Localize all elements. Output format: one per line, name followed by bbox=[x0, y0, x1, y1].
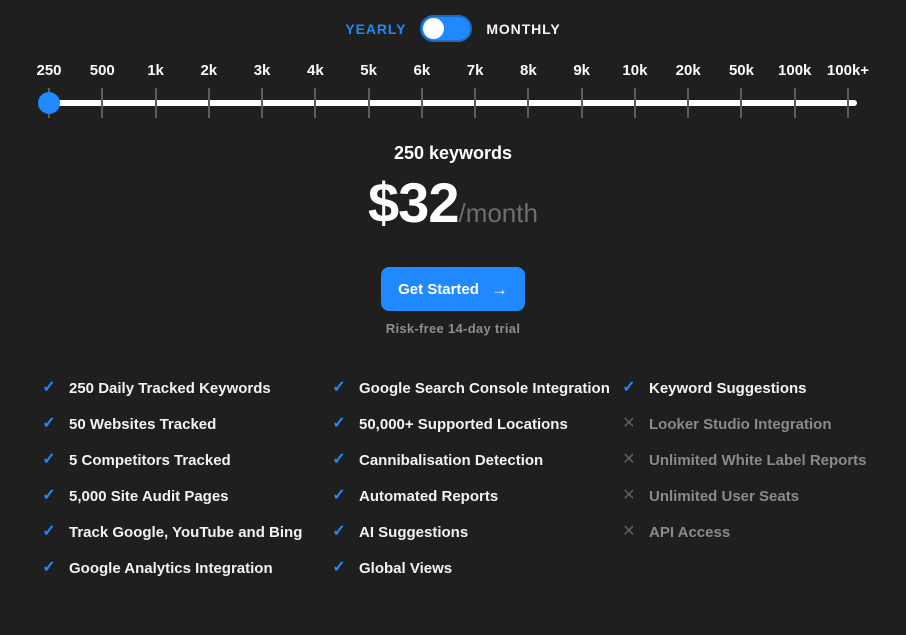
slider-stop-label: 2k bbox=[200, 62, 217, 79]
slider-tick bbox=[314, 88, 316, 118]
slider-tick bbox=[527, 88, 529, 118]
feature-label: 50,000+ Supported Locations bbox=[359, 416, 568, 433]
cross-icon: ✕ bbox=[620, 452, 638, 468]
check-icon: ✓ bbox=[40, 452, 58, 468]
price-value: $32 bbox=[368, 171, 458, 234]
slider-tick bbox=[581, 88, 583, 118]
feature-item: ✓ Google Analytics Integration bbox=[40, 550, 330, 586]
feature-item: ✓ Track Google, YouTube and Bing bbox=[40, 514, 330, 550]
check-icon: ✓ bbox=[330, 380, 348, 396]
slider-stop-label: 1k bbox=[147, 62, 164, 79]
slider-stop-label: 4k bbox=[307, 62, 324, 79]
feature-column: ✓ Google Search Console Integration ✓ 50,00… bbox=[330, 370, 620, 586]
feature-label: Track Google, YouTube and Bing bbox=[69, 524, 302, 541]
slider-stop-label: 8k bbox=[520, 62, 537, 79]
feature-item: ✓ Google Search Console Integration bbox=[330, 370, 620, 406]
feature-label: Unlimited User Seats bbox=[649, 488, 799, 505]
slider-stop-label: 7k bbox=[467, 62, 484, 79]
price-line: $32/month bbox=[0, 170, 906, 235]
feature-label: AI Suggestions bbox=[359, 524, 468, 541]
slider-stop-label: 20k bbox=[676, 62, 701, 79]
check-icon: ✓ bbox=[40, 416, 58, 432]
feature-item: ✓ AI Suggestions bbox=[330, 514, 620, 550]
get-started-button[interactable]: Get Started → bbox=[381, 267, 525, 311]
slider-tick bbox=[794, 88, 796, 118]
slider-stop-label: 100k+ bbox=[827, 62, 869, 79]
slider-tick bbox=[634, 88, 636, 118]
check-icon: ✓ bbox=[40, 488, 58, 504]
slider-stop-label: 5k bbox=[360, 62, 377, 79]
feature-item: ✕ Unlimited White Label Reports bbox=[620, 442, 896, 478]
slider-tick bbox=[261, 88, 263, 118]
feature-label: Looker Studio Integration bbox=[649, 416, 832, 433]
check-icon: ✓ bbox=[620, 380, 638, 396]
feature-item: ✓ Automated Reports bbox=[330, 478, 620, 514]
slider-handle[interactable] bbox=[38, 92, 60, 114]
slider-stop-label: 6k bbox=[414, 62, 431, 79]
price-period: /month bbox=[458, 198, 538, 228]
slider-tick bbox=[687, 88, 689, 118]
get-started-label: Get Started bbox=[398, 281, 479, 298]
feature-item: ✕ API Access bbox=[620, 514, 896, 550]
feature-label: Keyword Suggestions bbox=[649, 380, 807, 397]
slider-stop-label: 9k bbox=[573, 62, 590, 79]
selected-keywords-label: 250 keywords bbox=[0, 143, 906, 164]
slider-tick bbox=[847, 88, 849, 118]
arrow-right-icon: → bbox=[491, 281, 508, 298]
feature-item: ✓ Keyword Suggestions bbox=[620, 370, 896, 406]
slider-tick bbox=[208, 88, 210, 118]
feature-item: ✓ 50 Websites Tracked bbox=[40, 406, 330, 442]
slider-stop-label: 100k bbox=[778, 62, 811, 79]
slider-stop-label: 50k bbox=[729, 62, 754, 79]
feature-item: ✓ 5 Competitors Tracked bbox=[40, 442, 330, 478]
cross-icon: ✕ bbox=[620, 524, 638, 540]
feature-item: ✓ 5,000 Site Audit Pages bbox=[40, 478, 330, 514]
slider-rail: 2505001k2k3k4k5k6k7k8k9k10k20k50k100k100… bbox=[49, 0, 848, 130]
feature-label: API Access bbox=[649, 524, 730, 541]
check-icon: ✓ bbox=[40, 524, 58, 540]
feature-label: Google Analytics Integration bbox=[69, 560, 273, 577]
feature-grid: ✓ 250 Daily Tracked Keywords ✓ 50 Websites … bbox=[40, 370, 896, 586]
slider-stop-label: 250 bbox=[36, 62, 61, 79]
feature-label: Cannibalisation Detection bbox=[359, 452, 543, 469]
keyword-slider: 250 500 1k 2k 3k 4k 5k 6k 7k 8k 9k 10k 20k 50k 100k 100… bbox=[0, 0, 906, 130]
check-icon: ✓ bbox=[330, 560, 348, 576]
slider-stop-label: 500 bbox=[90, 62, 115, 79]
feature-column: ✓ 250 Daily Tracked Keywords ✓ 50 Websites … bbox=[40, 370, 330, 586]
feature-label: Unlimited White Label Reports bbox=[649, 452, 867, 469]
feature-column: ✓ Keyword Suggestions ✕ Looker Studio Integ… bbox=[620, 370, 896, 586]
feature-item: ✓ 250 Daily Tracked Keywords bbox=[40, 370, 330, 406]
slider-tick bbox=[421, 88, 423, 118]
feature-item: ✕ Unlimited User Seats bbox=[620, 478, 896, 514]
slider-tick bbox=[368, 88, 370, 118]
check-icon: ✓ bbox=[330, 452, 348, 468]
feature-item: ✕ Looker Studio Integration bbox=[620, 406, 896, 442]
pricing-panel: YEARLY MONTHLY 2505001k2k3k4k5k6k7k8k9k1… bbox=[0, 0, 906, 635]
feature-label: 5 Competitors Tracked bbox=[69, 452, 231, 469]
feature-label: Automated Reports bbox=[359, 488, 498, 505]
feature-item: ✓ 50,000+ Supported Locations bbox=[330, 406, 620, 442]
check-icon: ✓ bbox=[40, 560, 58, 576]
feature-item: ✓ Cannibalisation Detection bbox=[330, 442, 620, 478]
trial-note: Risk-free 14-day trial bbox=[0, 321, 906, 336]
feature-label: Google Search Console Integration bbox=[359, 380, 610, 397]
slider-tick bbox=[155, 88, 157, 118]
check-icon: ✓ bbox=[330, 488, 348, 504]
check-icon: ✓ bbox=[330, 524, 348, 540]
check-icon: ✓ bbox=[330, 416, 348, 432]
cross-icon: ✕ bbox=[620, 488, 638, 504]
slider-tick bbox=[101, 88, 103, 118]
slider-stop-label: 3k bbox=[254, 62, 271, 79]
feature-label: 50 Websites Tracked bbox=[69, 416, 216, 433]
slider-stop-label: 10k bbox=[622, 62, 647, 79]
slider-tick bbox=[740, 88, 742, 118]
cross-icon: ✕ bbox=[620, 416, 638, 432]
check-icon: ✓ bbox=[40, 380, 58, 396]
feature-label: 5,000 Site Audit Pages bbox=[69, 488, 229, 505]
slider-track[interactable] bbox=[42, 100, 857, 106]
feature-label: Global Views bbox=[359, 560, 452, 577]
slider-tick bbox=[474, 88, 476, 118]
feature-item: ✓ Global Views bbox=[330, 550, 620, 586]
feature-label: 250 Daily Tracked Keywords bbox=[69, 380, 271, 397]
